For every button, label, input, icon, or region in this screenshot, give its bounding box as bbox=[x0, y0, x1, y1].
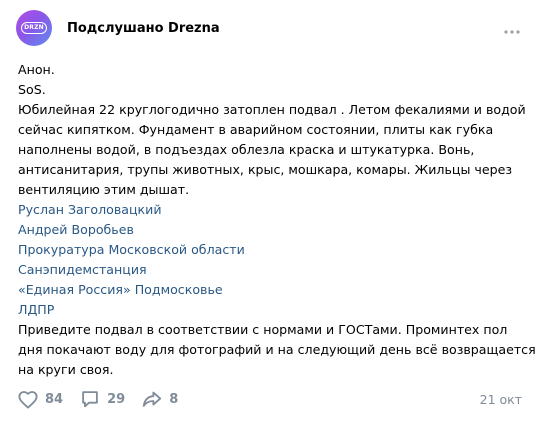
post-card: DRZN Подслушано Drezna Анон. SoS. Юбилей… bbox=[0, 0, 540, 428]
more-horizontal-icon bbox=[504, 19, 520, 38]
share-count: 8 bbox=[169, 391, 179, 407]
text-line: антисанитария, трупы животных, крыс, мош… bbox=[18, 162, 513, 177]
text-line: сейчас кипятком. Фундамент в аварийном с… bbox=[18, 122, 494, 137]
text-line: вентиляцию этим дышат. bbox=[18, 182, 190, 197]
mention-link[interactable]: «Единая Россия» Подмосковье bbox=[18, 280, 530, 300]
comment-icon bbox=[78, 387, 102, 411]
text-line: наполнены водой, в подъездах облезла кра… bbox=[18, 142, 475, 157]
mention-link[interactable]: Санэпидемстанция bbox=[18, 260, 530, 280]
text-line: дня покачают воду для фотографий и на сл… bbox=[18, 342, 536, 357]
post-date[interactable]: 21 окт bbox=[480, 392, 522, 407]
share-icon bbox=[140, 387, 164, 411]
post-text: Анон. SoS. Юбилейная 22 круглогодично за… bbox=[18, 60, 536, 380]
more-button[interactable] bbox=[500, 16, 524, 40]
group-name[interactable]: Подслушано Drezna bbox=[67, 21, 500, 36]
avatar-logo: DRZN bbox=[21, 22, 47, 34]
post-header: DRZN Подслушано Drezna bbox=[16, 8, 524, 48]
heart-icon bbox=[16, 387, 40, 411]
like-button[interactable]: 84 bbox=[16, 387, 63, 411]
post-footer: 84 29 8 21 окт bbox=[16, 385, 524, 413]
mention-link[interactable]: Прокуратура Московской области bbox=[18, 240, 530, 260]
share-button[interactable]: 8 bbox=[140, 387, 178, 411]
text-line: Приведите подвал в соответствии с нормам… bbox=[18, 322, 508, 337]
avatar[interactable]: DRZN bbox=[16, 10, 52, 46]
text-line: Анон. bbox=[18, 62, 55, 77]
text-line: на круги своя. bbox=[18, 362, 114, 377]
comment-count: 29 bbox=[107, 391, 126, 407]
mention-link[interactable]: Руслан Заголовацкий bbox=[18, 200, 530, 220]
like-count: 84 bbox=[45, 391, 64, 407]
text-line: SoS. bbox=[18, 82, 46, 97]
mention-link[interactable]: ЛДПР bbox=[18, 300, 530, 320]
mention-link[interactable]: Андрей Воробьев bbox=[18, 220, 530, 240]
text-line: Юбилейная 22 круглогодично затоплен подв… bbox=[18, 102, 526, 117]
comment-button[interactable]: 29 bbox=[78, 387, 125, 411]
